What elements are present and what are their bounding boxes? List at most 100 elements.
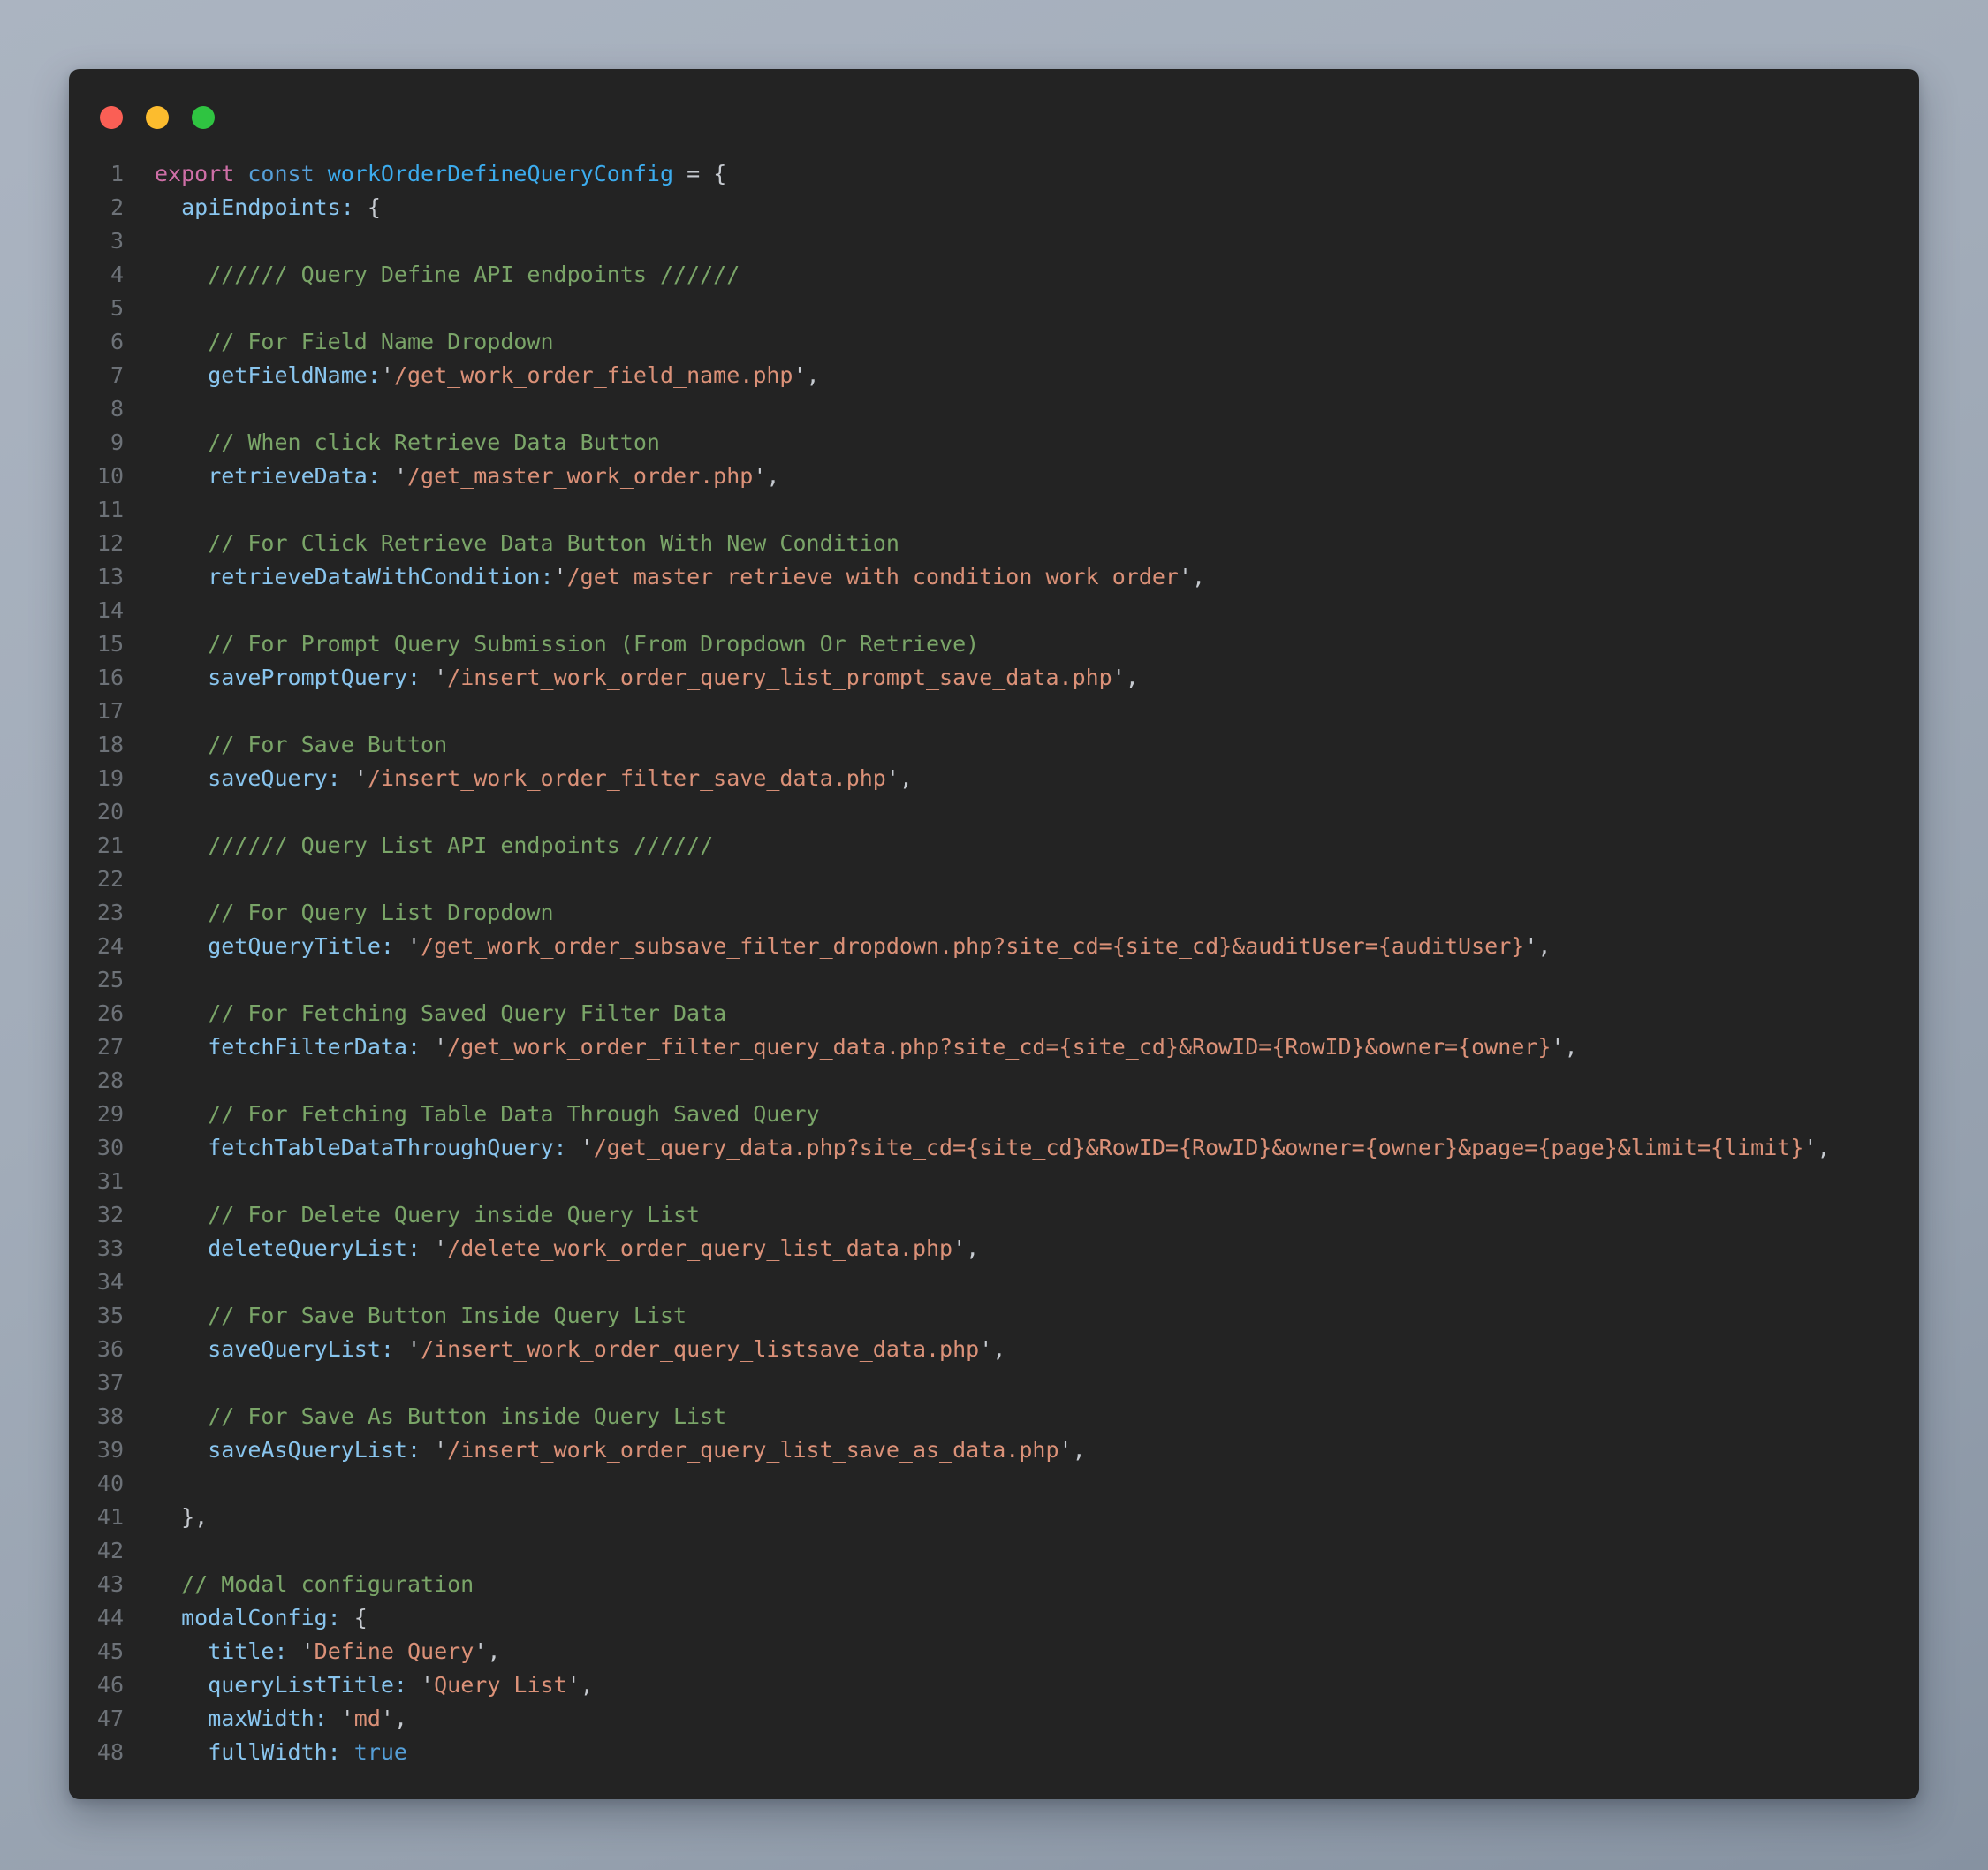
line-number: 39 bbox=[69, 1433, 124, 1467]
minimize-button[interactable] bbox=[146, 106, 169, 129]
code-editor[interactable]: 1 export const workOrderDefineQueryConfig… bbox=[69, 157, 1919, 1769]
code-line: 5 bbox=[69, 292, 1919, 325]
code-line: 35 // For Save Button Inside Query List bbox=[69, 1299, 1919, 1333]
line-code: deleteQueryList: '/delete_work_order_que… bbox=[155, 1232, 979, 1266]
line-number: 33 bbox=[69, 1232, 124, 1266]
code-line: 1 export const workOrderDefineQueryConfig… bbox=[69, 157, 1919, 191]
line-number: 30 bbox=[69, 1131, 124, 1165]
code-line: 16 savePromptQuery: '/insert_work_order_… bbox=[69, 661, 1919, 695]
line-code: // For Field Name Dropdown bbox=[155, 325, 554, 359]
line-number: 46 bbox=[69, 1669, 124, 1702]
line-number: 6 bbox=[69, 325, 124, 359]
editor-window: 1 export const workOrderDefineQueryConfig… bbox=[69, 69, 1919, 1799]
line-number: 31 bbox=[69, 1165, 124, 1198]
line-number: 9 bbox=[69, 426, 124, 460]
code-line: 48 fullWidth: true bbox=[69, 1736, 1919, 1769]
code-line: 43 // Modal configuration bbox=[69, 1568, 1919, 1601]
line-code: export const workOrderDefineQueryConfig … bbox=[155, 157, 726, 191]
line-code: saveQueryList: '/insert_work_order_query… bbox=[155, 1333, 1005, 1366]
line-code: savePromptQuery: '/insert_work_order_que… bbox=[155, 661, 1139, 695]
code-line: 8 bbox=[69, 392, 1919, 426]
close-button[interactable] bbox=[100, 106, 123, 129]
line-code: ////// Query Define API endpoints ////// bbox=[155, 258, 740, 292]
line-number: 36 bbox=[69, 1333, 124, 1366]
line-number: 48 bbox=[69, 1736, 124, 1769]
line-number: 43 bbox=[69, 1568, 124, 1601]
code-line: 2 apiEndpoints: { bbox=[69, 191, 1919, 224]
code-line: 27 fetchFilterData: '/get_work_order_fil… bbox=[69, 1030, 1919, 1064]
line-number: 41 bbox=[69, 1501, 124, 1534]
code-line: 6 // For Field Name Dropdown bbox=[69, 325, 1919, 359]
code-line: 17 bbox=[69, 695, 1919, 728]
code-line: 24 getQueryTitle: '/get_work_order_subsa… bbox=[69, 930, 1919, 963]
code-line: 11 bbox=[69, 493, 1919, 527]
line-code: // When click Retrieve Data Button bbox=[155, 426, 660, 460]
line-number: 12 bbox=[69, 527, 124, 560]
line-code: // For Save Button Inside Query List bbox=[155, 1299, 687, 1333]
code-line: 13 retrieveDataWithCondition:'/get_maste… bbox=[69, 560, 1919, 594]
code-line: 42 bbox=[69, 1534, 1919, 1568]
line-code: // For Fetching Table Data Through Saved… bbox=[155, 1098, 820, 1131]
code-line: 40 bbox=[69, 1467, 1919, 1501]
code-line: 18 // For Save Button bbox=[69, 728, 1919, 762]
line-code: saveAsQueryList: '/insert_work_order_que… bbox=[155, 1433, 1086, 1467]
code-line: 30 fetchTableDataThroughQuery: '/get_que… bbox=[69, 1131, 1919, 1165]
code-line: 47 maxWidth: 'md', bbox=[69, 1702, 1919, 1736]
line-code: // For Fetching Saved Query Filter Data bbox=[155, 997, 726, 1030]
line-code: saveQuery: '/insert_work_order_filter_sa… bbox=[155, 762, 913, 795]
line-number: 2 bbox=[69, 191, 124, 224]
line-number: 35 bbox=[69, 1299, 124, 1333]
line-number: 28 bbox=[69, 1064, 124, 1098]
window-titlebar[interactable] bbox=[69, 69, 1919, 129]
line-number: 40 bbox=[69, 1467, 124, 1501]
line-code: modalConfig: { bbox=[155, 1601, 368, 1635]
line-number: 21 bbox=[69, 829, 124, 863]
line-number: 5 bbox=[69, 292, 124, 325]
code-line: 9 // When click Retrieve Data Button bbox=[69, 426, 1919, 460]
code-line: 19 saveQuery: '/insert_work_order_filter… bbox=[69, 762, 1919, 795]
line-number: 25 bbox=[69, 963, 124, 997]
code-line: 38 // For Save As Button inside Query Li… bbox=[69, 1400, 1919, 1433]
line-code: queryListTitle: 'Query List', bbox=[155, 1669, 594, 1702]
line-number: 29 bbox=[69, 1098, 124, 1131]
line-code: // For Delete Query inside Query List bbox=[155, 1198, 700, 1232]
code-line: 3 bbox=[69, 224, 1919, 258]
line-code: // Modal configuration bbox=[155, 1568, 474, 1601]
line-number: 37 bbox=[69, 1366, 124, 1400]
code-line: 28 bbox=[69, 1064, 1919, 1098]
line-number: 4 bbox=[69, 258, 124, 292]
line-code: // For Save Button bbox=[155, 728, 447, 762]
line-number: 15 bbox=[69, 627, 124, 661]
line-number: 7 bbox=[69, 359, 124, 392]
code-line: 41 }, bbox=[69, 1501, 1919, 1534]
line-code: maxWidth: 'md', bbox=[155, 1702, 407, 1736]
code-line: 12 // For Click Retrieve Data Button Wit… bbox=[69, 527, 1919, 560]
line-code: apiEndpoints: { bbox=[155, 191, 381, 224]
code-line: 4 ////// Query Define API endpoints ////… bbox=[69, 258, 1919, 292]
line-code: getQueryTitle: '/get_work_order_subsave_… bbox=[155, 930, 1551, 963]
line-number: 14 bbox=[69, 594, 124, 627]
line-code: // For Query List Dropdown bbox=[155, 896, 554, 930]
code-line: 10 retrieveData: '/get_master_work_order… bbox=[69, 460, 1919, 493]
line-number: 1 bbox=[69, 157, 124, 191]
line-number: 17 bbox=[69, 695, 124, 728]
code-line: 31 bbox=[69, 1165, 1919, 1198]
code-line: 29 // For Fetching Table Data Through Sa… bbox=[69, 1098, 1919, 1131]
code-line: 15 // For Prompt Query Submission (From … bbox=[69, 627, 1919, 661]
line-number: 3 bbox=[69, 224, 124, 258]
line-code: retrieveDataWithCondition:'/get_master_r… bbox=[155, 560, 1205, 594]
line-code: title: 'Define Query', bbox=[155, 1635, 500, 1669]
line-number: 20 bbox=[69, 795, 124, 829]
line-number: 8 bbox=[69, 392, 124, 426]
line-code: getFieldName:'/get_work_order_field_name… bbox=[155, 359, 820, 392]
code-line: 25 bbox=[69, 963, 1919, 997]
code-line: 37 bbox=[69, 1366, 1919, 1400]
line-code: // For Save As Button inside Query List bbox=[155, 1400, 726, 1433]
code-line: 45 title: 'Define Query', bbox=[69, 1635, 1919, 1669]
line-code: fetchTableDataThroughQuery: '/get_query_… bbox=[155, 1131, 1831, 1165]
code-line: 7 getFieldName:'/get_work_order_field_na… bbox=[69, 359, 1919, 392]
code-line: 34 bbox=[69, 1266, 1919, 1299]
zoom-button[interactable] bbox=[192, 106, 215, 129]
line-number: 13 bbox=[69, 560, 124, 594]
line-code: // For Click Retrieve Data Button With N… bbox=[155, 527, 899, 560]
